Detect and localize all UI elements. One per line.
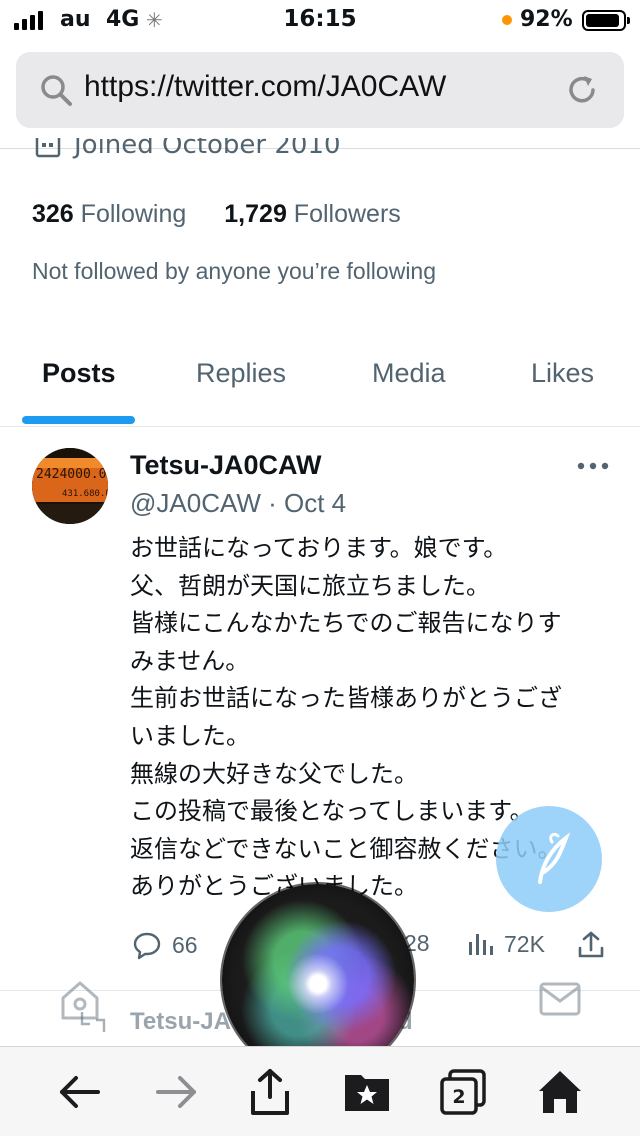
followers-link[interactable]: 1,729 Followers <box>224 200 401 229</box>
tweet-line: 父、哲朗が天国に旅立ちました。 <box>130 571 490 600</box>
not-followed-note: Not followed by anyone you’re following <box>32 258 437 284</box>
tweet-line: 生前お世話になった皆様ありがとうござ <box>130 684 562 713</box>
retweet-icon <box>80 1012 106 1032</box>
followers-count: 1,729 <box>224 200 287 228</box>
orange-indicator-dot <box>502 15 512 25</box>
tabs-icon[interactable]: 2 <box>438 1067 488 1117</box>
divider <box>0 426 640 427</box>
following-count: 326 <box>32 200 74 228</box>
next-tweet-author: Tetsu-JA d <box>130 1008 413 1036</box>
reply-count: 66 <box>172 931 198 958</box>
tab-media[interactable]: Media <box>372 358 446 389</box>
share-icon[interactable] <box>245 1067 295 1117</box>
screen: au 4G ✳ 16:15 92% https://twitter.com/JA… <box>0 0 640 1136</box>
battery-level-fill <box>586 14 619 27</box>
tab-posts[interactable]: Posts <box>42 358 116 389</box>
calendar-icon <box>35 138 61 158</box>
tweet-line: みません。 <box>130 646 250 675</box>
views-chart-icon <box>469 934 493 955</box>
followers-label: Followers <box>293 200 401 228</box>
joined-date: Joined October 2010 <box>34 138 634 172</box>
reload-icon[interactable] <box>564 72 600 108</box>
next-tweet-author-name: Tetsu-JA <box>130 1008 231 1035</box>
tweet-author-name[interactable]: Tetsu-JA0CAW <box>130 450 322 481</box>
browser-toolbar: 2 <box>0 1046 640 1136</box>
compose-feather-icon <box>538 832 571 884</box>
messages-icon[interactable] <box>538 980 582 1018</box>
profile-tabs: Posts Replies Media Likes <box>0 352 640 426</box>
reply-button[interactable]: 66 <box>132 930 198 960</box>
svg-text:431.680.0: 431.680.0 <box>62 489 108 499</box>
radio-display-avatar-image: 2424000.0 431.680.0 <box>32 448 108 524</box>
home-icon[interactable] <box>535 1067 585 1117</box>
active-tab-indicator <box>22 416 135 424</box>
views-button[interactable]: 72K <box>466 930 545 958</box>
share-icon <box>578 931 604 958</box>
address-bar[interactable]: https://twitter.com/JA0CAW <box>16 52 624 128</box>
view-count: 72K <box>504 930 545 957</box>
tab-count: 2 <box>452 1086 465 1108</box>
following-label: Following <box>80 200 187 228</box>
joined-text: Joined October 2010 <box>74 138 341 160</box>
tweet-line: 無線の大好きな父でした。 <box>130 759 418 788</box>
forward-arrow-icon[interactable] <box>152 1067 202 1117</box>
search-icon <box>41 75 72 106</box>
url-text[interactable]: https://twitter.com/JA0CAW <box>84 70 446 104</box>
battery-percentage: 92% <box>520 7 573 32</box>
bookmarks-icon[interactable] <box>342 1067 392 1117</box>
battery-cap <box>627 17 630 24</box>
following-link[interactable]: 326 Following <box>32 200 186 229</box>
tab-replies[interactable]: Replies <box>196 358 286 389</box>
back-arrow-icon[interactable] <box>54 1067 104 1117</box>
reply-icon <box>133 932 161 960</box>
more-options-icon[interactable] <box>576 456 610 476</box>
status-bar: au 4G ✳ 16:15 92% <box>0 0 640 44</box>
battery-icon <box>582 10 626 31</box>
follow-stats: 326 Following 1,729 Followers <box>32 200 401 229</box>
tweet-line: お世話になっております。娘です。 <box>130 534 508 562</box>
share-tweet-button[interactable] <box>576 930 606 960</box>
tweet-line: 皆様にこんなかたちでのご報告になりす <box>130 609 562 638</box>
compose-button[interactable] <box>496 806 602 912</box>
tweet-handle-date[interactable]: @JA0CAW · Oct 4 <box>130 488 346 519</box>
tab-likes[interactable]: Likes <box>531 358 594 389</box>
svg-text:2424000.0: 2424000.0 <box>36 467 106 482</box>
avatar[interactable]: 2424000.0 431.680.0 <box>32 448 108 524</box>
tweet-line: いました。 <box>130 721 250 750</box>
